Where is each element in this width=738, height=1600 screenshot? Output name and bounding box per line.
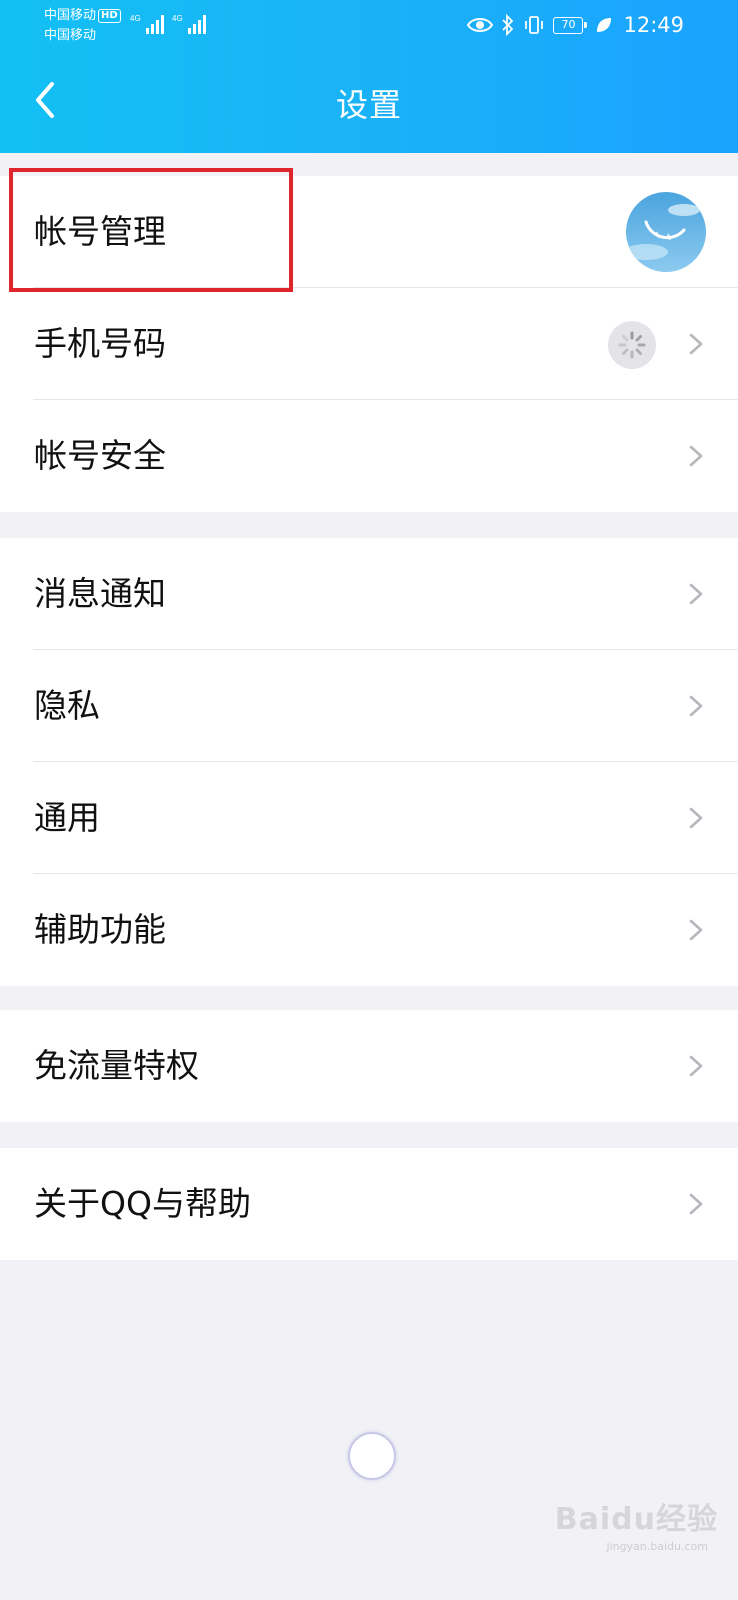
network-type-2: 4G: [172, 14, 183, 23]
carrier-1: 中国移动: [44, 8, 97, 23]
app-header: 中国移动 HD 中国移动 4G 4G 70 12:49 设置: [0, 0, 738, 153]
settings-item-label: 手机号码: [34, 324, 166, 363]
status-bar: 中国移动 HD 中国移动 4G 4G 70 12:49: [0, 0, 738, 52]
settings-group-account: 帐号管理 手机号码 帐号安全: [0, 176, 738, 512]
settings-item-account-security[interactable]: 帐号安全: [0, 400, 738, 512]
settings-group-general: 消息通知 隐私 通用 辅助功能: [0, 538, 738, 986]
clock: 12:49: [623, 13, 684, 37]
settings-item-label: 消息通知: [34, 574, 166, 613]
network-type-1: 4G: [130, 14, 141, 23]
chevron-right-icon: [689, 919, 703, 941]
watermark-url: jingyan.baidu.com: [606, 1540, 708, 1553]
settings-item-about-help[interactable]: 关于QQ与帮助: [0, 1148, 738, 1260]
settings-item-label: 辅助功能: [34, 910, 166, 949]
eye-icon: [467, 18, 494, 32]
settings-item-label: 帐号安全: [34, 436, 166, 475]
chevron-right-icon: [689, 695, 703, 717]
avatar[interactable]: [626, 192, 706, 272]
leaf-icon: [597, 18, 612, 32]
chevron-right-icon: [689, 807, 703, 829]
settings-item-label: 通用: [34, 798, 100, 837]
signal-icon: 4G: [130, 14, 164, 34]
avatar-image: [626, 192, 706, 272]
vibrate-icon: [525, 16, 544, 34]
watermark-logo: Baidu经验: [554, 1502, 718, 1537]
status-icons: 70 12:49: [467, 10, 684, 40]
chevron-right-icon: [689, 583, 703, 605]
loading-spinner-icon: [608, 321, 656, 369]
settings-item-privacy[interactable]: 隐私: [0, 650, 738, 762]
settings-item-general[interactable]: 通用: [0, 762, 738, 874]
carrier-info: 中国移动 HD 中国移动: [44, 6, 121, 46]
settings-item-label: 隐私: [34, 686, 100, 725]
settings-item-free-data[interactable]: 免流量特权: [0, 1010, 738, 1122]
battery-indicator: 70: [553, 16, 588, 34]
page-title: 设置: [335, 86, 402, 124]
settings-group-data: 免流量特权: [0, 1010, 738, 1122]
settings-item-label: 关于QQ与帮助: [34, 1184, 251, 1223]
chevron-right-icon: [689, 333, 703, 355]
settings-item-account-management[interactable]: 帐号管理: [0, 176, 738, 288]
settings-item-phone-number[interactable]: 手机号码: [0, 288, 738, 400]
settings-item-notifications[interactable]: 消息通知: [0, 538, 738, 650]
carrier-2: 中国移动: [44, 28, 97, 43]
settings-item-label: 免流量特权: [34, 1046, 199, 1085]
settings-item-label: 帐号管理: [34, 212, 166, 251]
signal-icon: 4G: [172, 14, 206, 34]
chevron-right-icon: [689, 445, 703, 467]
hd-badge: HD: [98, 9, 121, 23]
settings-item-accessibility[interactable]: 辅助功能: [0, 874, 738, 986]
chevron-right-icon: [689, 1193, 703, 1215]
bluetooth-icon: [502, 14, 514, 36]
floating-home-button[interactable]: [348, 1432, 396, 1480]
chevron-right-icon: [689, 1055, 703, 1077]
settings-group-about: 关于QQ与帮助: [0, 1148, 738, 1260]
